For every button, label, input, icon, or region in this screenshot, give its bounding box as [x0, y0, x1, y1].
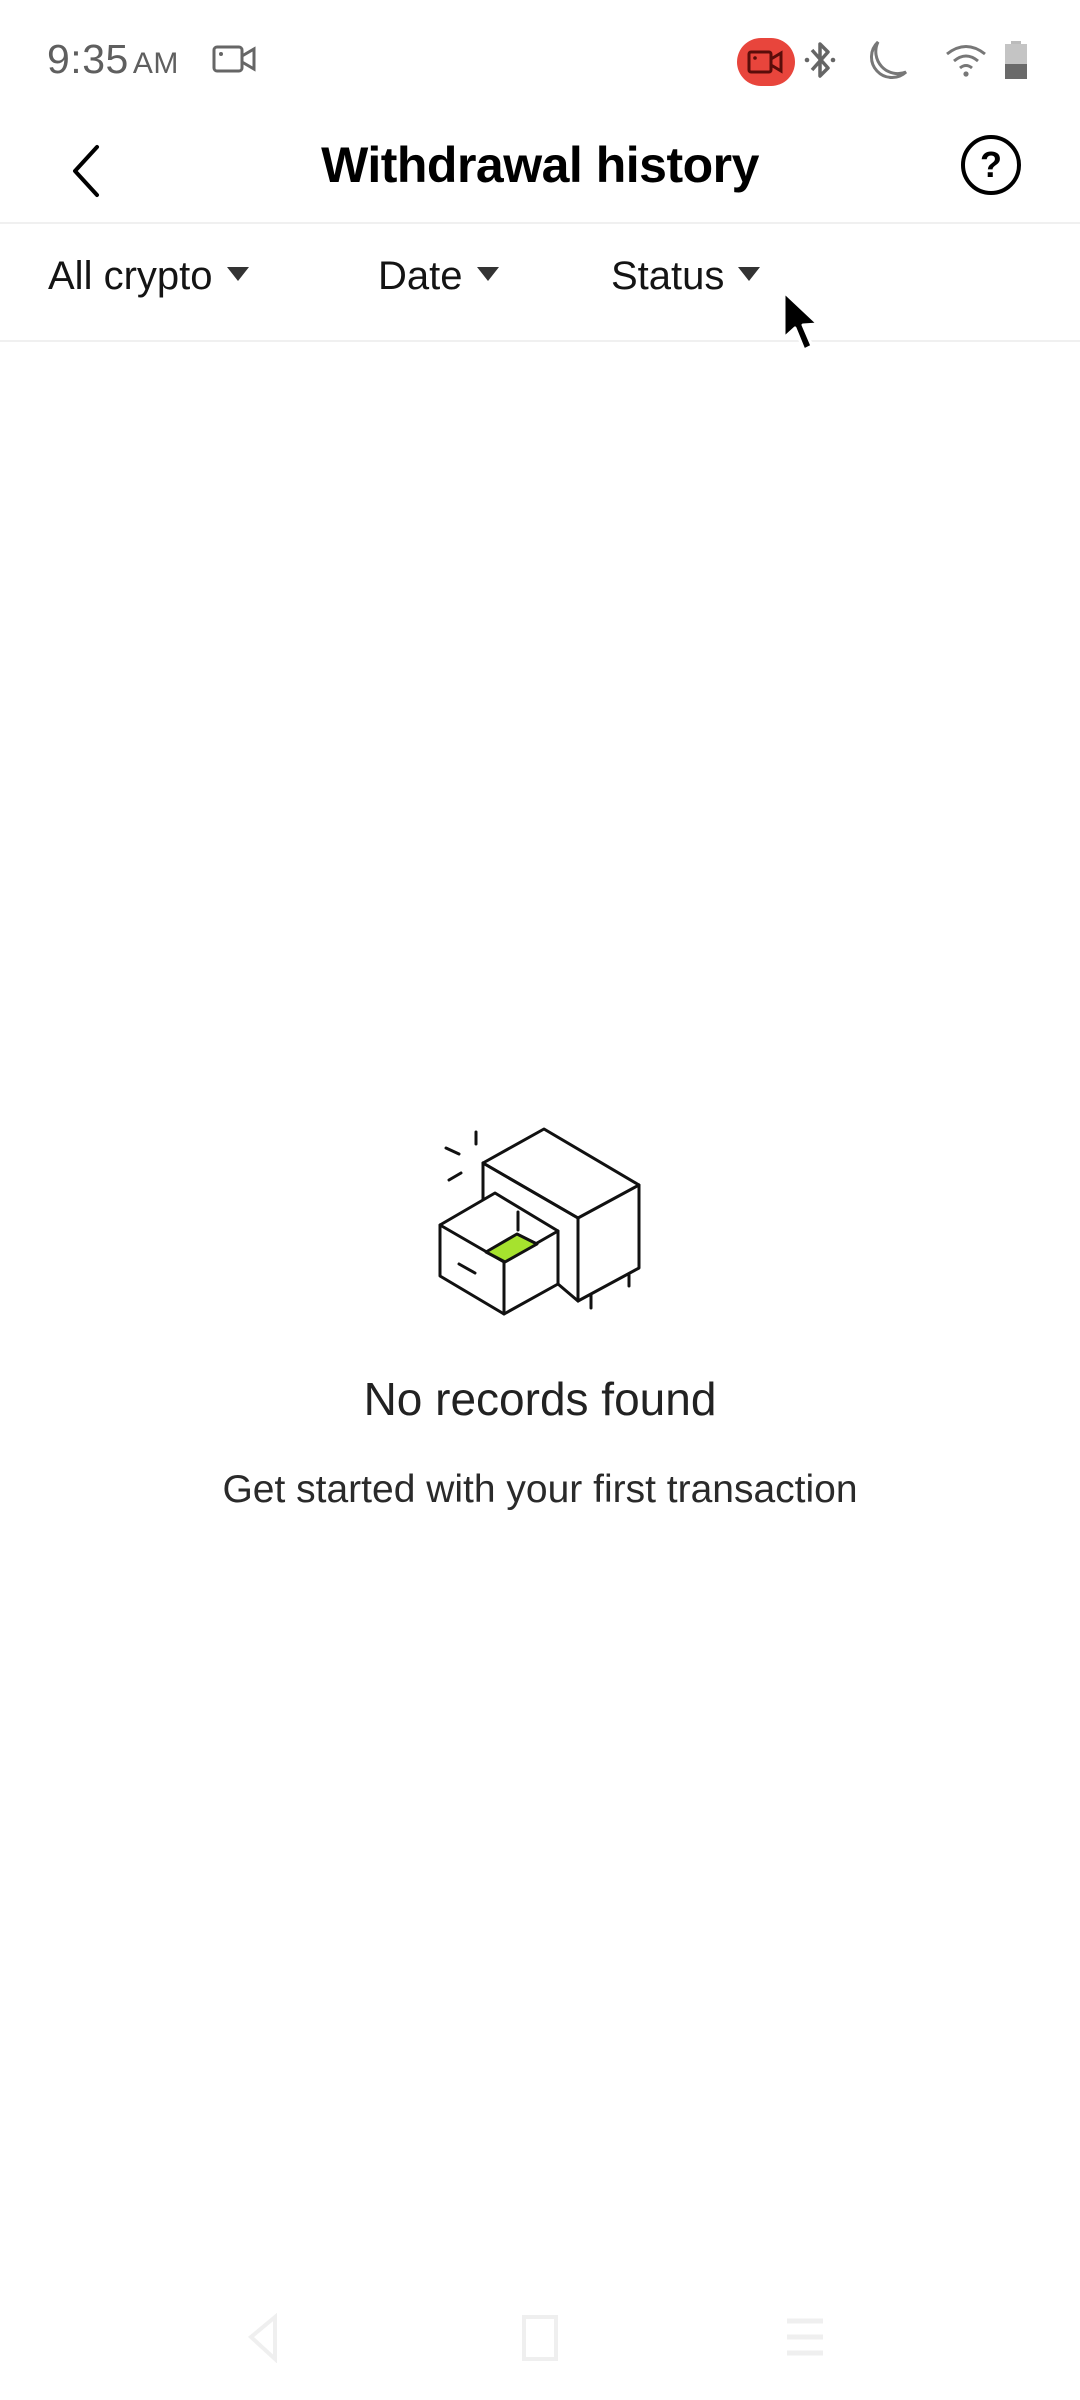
nav-home-icon[interactable] — [520, 2313, 560, 2363]
mouse-pointer-icon — [782, 290, 820, 352]
help-button[interactable]: ? — [961, 135, 1021, 195]
battery-icon — [1005, 41, 1027, 79]
empty-state-title: No records found — [363, 1373, 717, 1425]
filter-crypto-dropdown[interactable]: All crypto — [48, 254, 249, 299]
bluetooth-icon — [804, 42, 836, 78]
status-time: 9:35 AM — [47, 36, 179, 83]
caret-down-icon — [738, 266, 761, 281]
status-time-ampm: AM — [132, 47, 179, 80]
do-not-disturb-moon-icon — [870, 40, 908, 79]
nav-recents-icon[interactable] — [785, 2313, 825, 2363]
filter-date-label: Date — [378, 254, 463, 298]
filter-status-dropdown[interactable]: Status — [611, 254, 761, 299]
page-title: Withdrawal history — [321, 137, 759, 193]
nav-back-icon[interactable] — [245, 2313, 285, 2363]
filter-date-dropdown[interactable]: Date — [378, 254, 499, 299]
recording-indicator-icon — [737, 38, 795, 86]
empty-drawer-illustration — [438, 1127, 641, 1316]
empty-state-subtitle: Get started with your first transaction — [222, 1468, 858, 1511]
status-time-value: 9:35 — [47, 36, 129, 82]
filter-status-label: Status — [611, 254, 725, 298]
question-mark-icon: ? — [980, 144, 1002, 185]
app-header: Withdrawal history ? — [0, 120, 1080, 224]
status-bar: 9:35 AM — [0, 0, 1080, 120]
caret-down-icon — [476, 266, 499, 281]
filter-bar: All crypto Date Status — [0, 224, 1080, 342]
filter-crypto-label: All crypto — [48, 254, 213, 298]
caret-down-icon — [226, 266, 249, 281]
wifi-icon — [946, 45, 986, 77]
screen-record-icon — [212, 45, 256, 73]
